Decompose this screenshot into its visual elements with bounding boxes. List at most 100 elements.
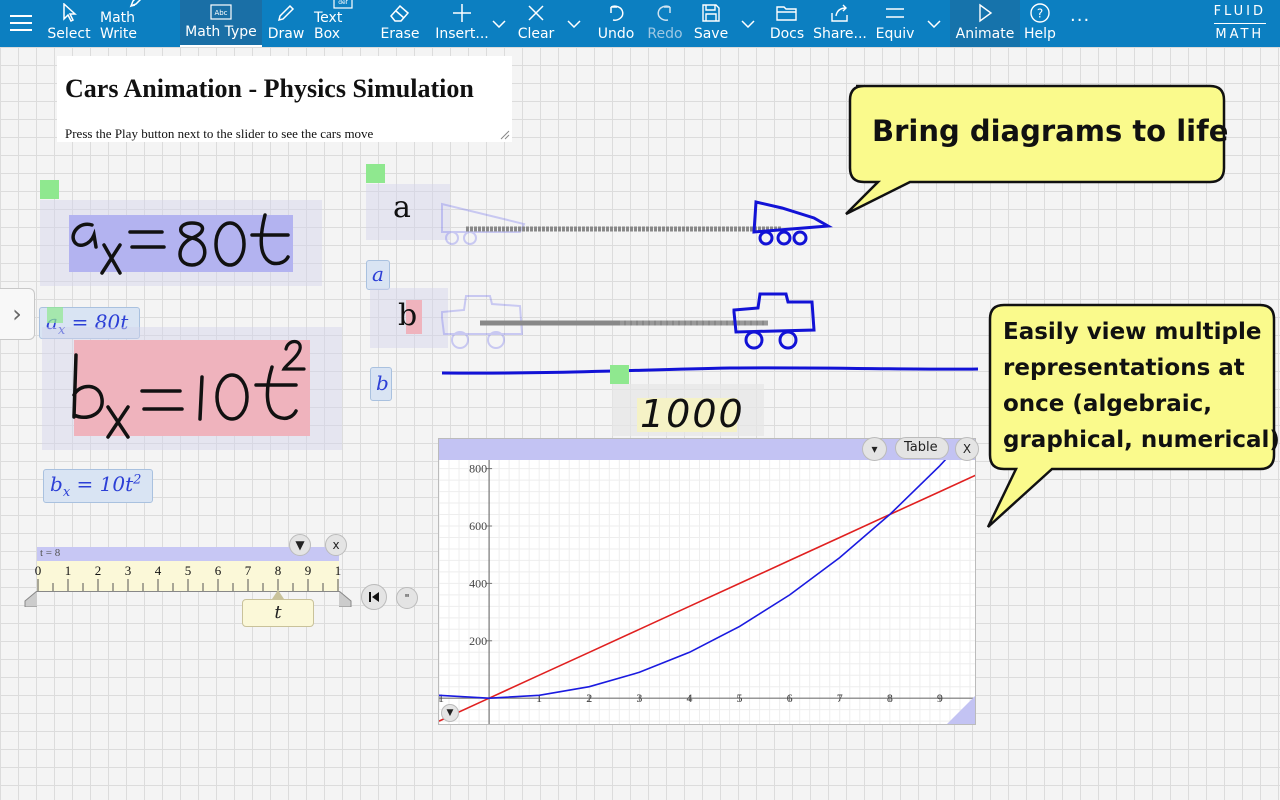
variable-b-chip[interactable]: b <box>370 367 392 401</box>
save-chevron-down-icon[interactable] <box>736 0 760 47</box>
ghost-sports-car <box>441 202 526 245</box>
math-type-button[interactable]: Abc Math Type <box>180 0 262 47</box>
graph-plot[interactable]: 1 1 2 3 4 5 6 7 8 9 200 400 600 800 <box>439 460 975 724</box>
undo-icon <box>605 1 627 25</box>
eraser-icon <box>389 1 411 25</box>
menu-icon[interactable] <box>10 15 32 31</box>
equation-b-typeset[interactable]: bx = 10t2 <box>43 469 153 503</box>
variable-a-chip[interactable]: a <box>366 260 390 290</box>
save-icon <box>701 1 721 25</box>
play-icon <box>977 1 993 25</box>
slider-variable-box[interactable]: t <box>242 599 314 627</box>
equiv-icon <box>884 1 906 25</box>
slider-close-button[interactable]: x <box>325 534 347 556</box>
graph-options-button[interactable]: ▼ <box>441 704 459 722</box>
share-icon <box>829 1 851 25</box>
help-icon: ? <box>1029 1 1051 25</box>
help-button[interactable]: ? Help <box>1022 0 1058 47</box>
insert-chevron-down-icon[interactable] <box>487 0 511 47</box>
ruler-tick-label: 8 <box>274 563 282 578</box>
graph-close-button[interactable]: X <box>955 437 979 461</box>
cars-diagram <box>441 200 979 375</box>
x-icon <box>526 1 546 25</box>
ruler-tick-label: 6 <box>214 563 222 578</box>
distance-value-handwritten: 1000 <box>640 392 745 436</box>
title-text-box[interactable]: Cars Animation - Physics Simulation Pres… <box>57 56 512 142</box>
callout-one-bubble <box>845 84 1226 216</box>
table-button[interactable]: Table <box>895 437 949 459</box>
clear-button[interactable]: Clear <box>516 0 556 47</box>
x-tick-label: 6 <box>787 691 793 705</box>
x-tick-label: 9 <box>937 691 943 705</box>
equiv-chevron-down-icon[interactable] <box>922 0 946 47</box>
undo-button[interactable]: Undo <box>596 0 636 47</box>
graph-resize-handle-icon[interactable] <box>947 696 975 724</box>
text-box-button[interactable]: Abcdef Text Box <box>314 0 372 47</box>
x-tick-label: 7 <box>837 691 843 705</box>
svg-text:?: ? <box>1037 7 1043 21</box>
redo-button[interactable]: Redo <box>645 0 685 47</box>
docs-button[interactable]: Docs <box>768 0 806 47</box>
graph-window[interactable]: 1 1 2 3 4 5 6 7 8 9 200 400 600 800 ▼ <box>438 438 976 725</box>
clear-chevron-down-icon[interactable] <box>562 0 586 47</box>
insert-button[interactable]: Insert... <box>435 0 489 47</box>
y-tick-label: 600 <box>469 519 487 533</box>
redo-icon <box>654 1 676 25</box>
equation-b-handwriting <box>72 339 306 439</box>
graph-dropdown-button[interactable]: ▾ <box>862 437 887 461</box>
selection-handle[interactable] <box>610 365 629 384</box>
slider-dropdown-button[interactable]: ▼ <box>289 534 311 556</box>
rewind-button[interactable] <box>361 584 387 610</box>
rewind-icon <box>369 592 379 602</box>
y-tick-label: 800 <box>469 462 487 476</box>
share-button[interactable]: Share... <box>813 0 867 47</box>
folder-icon <box>776 1 798 25</box>
ruler-tick-label: 9 <box>304 563 312 578</box>
document-title: Cars Animation - Physics Simulation <box>65 74 474 103</box>
math-write-button[interactable]: Math Write <box>100 0 176 47</box>
speed-button[interactable]: " <box>396 587 418 609</box>
ruler-tick-label: 3 <box>124 563 132 578</box>
erase-button[interactable]: Erase <box>380 0 420 47</box>
y-tick-label: 400 <box>469 576 487 590</box>
save-button[interactable]: Save <box>692 0 730 47</box>
ruler-tick-label: 7 <box>244 563 252 578</box>
ruler-tick-label: 1 <box>64 563 72 578</box>
triangle-down-icon: ▼ <box>295 538 305 552</box>
slider-pointer[interactable] <box>272 590 284 599</box>
cursor-icon <box>61 1 77 25</box>
animate-button[interactable]: Animate <box>950 0 1020 47</box>
ruler-tick-label: 0 <box>34 563 42 578</box>
ruler-tick-label: 1 <box>334 563 342 578</box>
selection-handle[interactable] <box>47 307 63 323</box>
x-tick-label: 5 <box>737 691 743 705</box>
pen-icon <box>128 0 148 9</box>
ruler-tick-label: 5 <box>184 563 192 578</box>
toolbar: Select Math Write Abc Math Type Draw Abc… <box>0 0 1280 47</box>
ground-line <box>441 366 979 375</box>
equiv-button[interactable]: Equiv <box>876 0 914 47</box>
x-tick-label: 2 <box>586 691 592 705</box>
resize-handle-icon[interactable] <box>500 130 510 140</box>
callout-two-text: Easily view multiple representations at … <box>1003 319 1280 453</box>
document-subtitle: Press the Play button next to the slider… <box>65 126 374 141</box>
pencil-icon <box>276 1 296 25</box>
side-panel-toggle[interactable]: › <box>0 288 35 340</box>
x-tick-label: 1 <box>536 691 542 705</box>
select-button[interactable]: Select <box>47 0 91 47</box>
svg-text:def: def <box>338 0 349 6</box>
label-a-handwritten: a <box>393 190 411 225</box>
selection-handle[interactable] <box>40 180 59 199</box>
slider-right-foot-icon <box>338 591 352 607</box>
plus-icon <box>451 1 473 25</box>
x-tick-label: 3 <box>636 691 642 705</box>
selection-handle[interactable] <box>366 164 385 183</box>
chevron-right-icon: › <box>12 300 22 328</box>
draw-button[interactable]: Draw <box>266 0 306 47</box>
ruler-tick-label: 4 <box>154 563 162 578</box>
triangle-down-icon: ▼ <box>446 708 454 718</box>
slider-track[interactable]: 0 1 2 3 4 5 6 7 8 9 1 <box>34 561 342 592</box>
fluidmath-logo: FLUID MATH <box>1213 4 1266 42</box>
svg-text:Abc: Abc <box>214 9 227 17</box>
more-icon[interactable]: ··· <box>1070 10 1090 31</box>
